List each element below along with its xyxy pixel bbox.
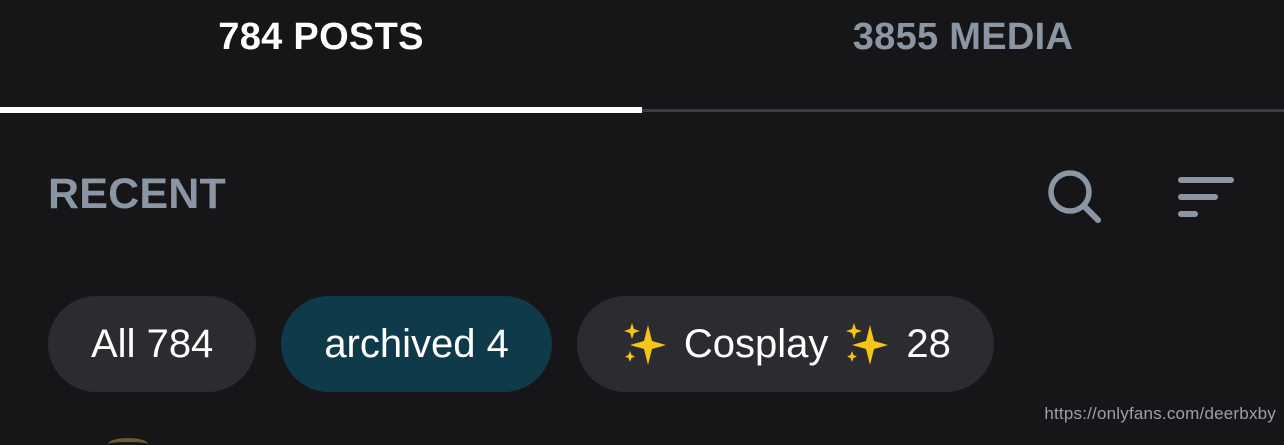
tab-posts-label: 784 POSTS <box>218 16 424 58</box>
filter-chips: All 784 archived 4 Cosplay 28 <box>48 296 994 392</box>
chip-archived-label: archived 4 <box>324 321 509 366</box>
chip-cosplay[interactable]: Cosplay 28 <box>576 296 994 392</box>
tab-media-label: 3855 MEDIA <box>852 16 1074 58</box>
chip-all[interactable]: All 784 <box>48 296 257 392</box>
chip-all-label: All 784 <box>91 321 214 366</box>
tab-media[interactable]: 3855 MEDIA <box>642 0 1284 113</box>
watermark: https://onlyfans.com/deerbxby <box>1044 404 1276 423</box>
tab-posts[interactable]: 784 POSTS <box>0 0 642 113</box>
sparkles-icon <box>623 323 666 365</box>
sparkles-icon <box>846 323 889 365</box>
avatar-peek <box>108 438 148 445</box>
tab-posts-underline <box>0 107 642 113</box>
sort-icon <box>1178 177 1234 217</box>
chip-archived[interactable]: archived 4 <box>281 296 552 392</box>
profile-tabs: 784 POSTS 3855 MEDIA <box>0 0 1284 113</box>
chip-cosplay-count: 28 <box>906 321 951 366</box>
section-title: RECENT <box>48 170 226 218</box>
search-button[interactable] <box>1040 162 1110 232</box>
app-screen: 784 POSTS 3855 MEDIA RECENT All 784 arch… <box>0 0 1284 445</box>
sort-button[interactable] <box>1170 162 1242 232</box>
search-icon <box>1048 170 1101 223</box>
tab-media-underline <box>642 109 1284 112</box>
chip-cosplay-label: Cosplay <box>683 321 829 366</box>
